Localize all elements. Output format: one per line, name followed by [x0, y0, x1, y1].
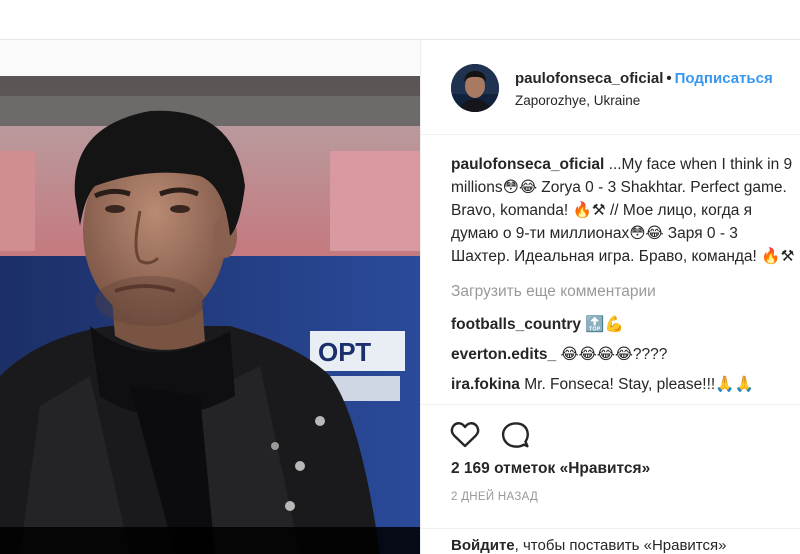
comment-username[interactable]: everton.edits_: [451, 346, 556, 363]
speech-bubble-icon: [501, 422, 529, 448]
comment-item: footballs_country 🔝💪: [451, 310, 796, 340]
load-more-comments-button[interactable]: Загрузить еще комментарии: [451, 280, 796, 303]
login-prompt-text: , чтобы поставить «Нравится»: [514, 537, 727, 554]
post-actions-section: 2 169 отметок «Нравится» 2 ДНЕЙ НАЗАД Во…: [421, 404, 800, 554]
comment-item: ira.fokina Mr. Fonseca! Stay, please!!!🙏…: [451, 370, 796, 400]
post-timestamp[interactable]: 2 ДНЕЙ НАЗАД: [451, 491, 538, 503]
post-side-panel: paulofonseca_oficial • Подписаться Zaporoz…: [420, 40, 800, 554]
top-bar: [0, 0, 800, 40]
post-photo-area: ОРТ: [0, 40, 420, 554]
comment-button[interactable]: [499, 419, 531, 451]
photo-bottom-shade: [0, 527, 420, 554]
comment-text: 😂😂😂😂????: [556, 346, 668, 363]
header-user-line: paulofonseca_oficial • Подписаться: [515, 70, 773, 88]
like-button[interactable]: [449, 419, 481, 451]
comment-username[interactable]: footballs_country: [451, 316, 581, 333]
svg-text:ОРТ: ОРТ: [318, 337, 371, 367]
comment-username[interactable]: ira.fokina: [451, 376, 520, 393]
author-username[interactable]: paulofonseca_oficial: [515, 70, 663, 87]
heart-outline-icon: [450, 422, 480, 448]
likes-count[interactable]: 2 169 отметок «Нравится»: [451, 460, 650, 478]
post-photo: ОРТ: [0, 76, 420, 554]
follow-button[interactable]: Подписаться: [675, 70, 773, 87]
login-prompt: Войдите, чтобы поставить «Нравится»: [421, 528, 800, 554]
comment-item: everton.edits_ 😂😂😂😂????: [451, 340, 796, 370]
comment-text: Mr. Fonseca! Stay, please!!!🙏🙏: [519, 376, 754, 393]
post-header: paulofonseca_oficial • Подписаться Zaporoz…: [421, 40, 800, 135]
avatar[interactable]: [451, 64, 499, 112]
caption-username[interactable]: paulofonseca_oficial: [451, 156, 604, 173]
login-link[interactable]: Войдите: [451, 537, 515, 554]
comment-text: 🔝💪: [581, 316, 624, 333]
separator-dot: •: [666, 70, 672, 87]
post-caption: paulofonseca_oficial ...My face when I t…: [451, 153, 796, 268]
post-location[interactable]: Zaporozhye, Ukraine: [515, 93, 640, 108]
comments-list[interactable]: paulofonseca_oficial ...My face when I t…: [451, 153, 796, 403]
